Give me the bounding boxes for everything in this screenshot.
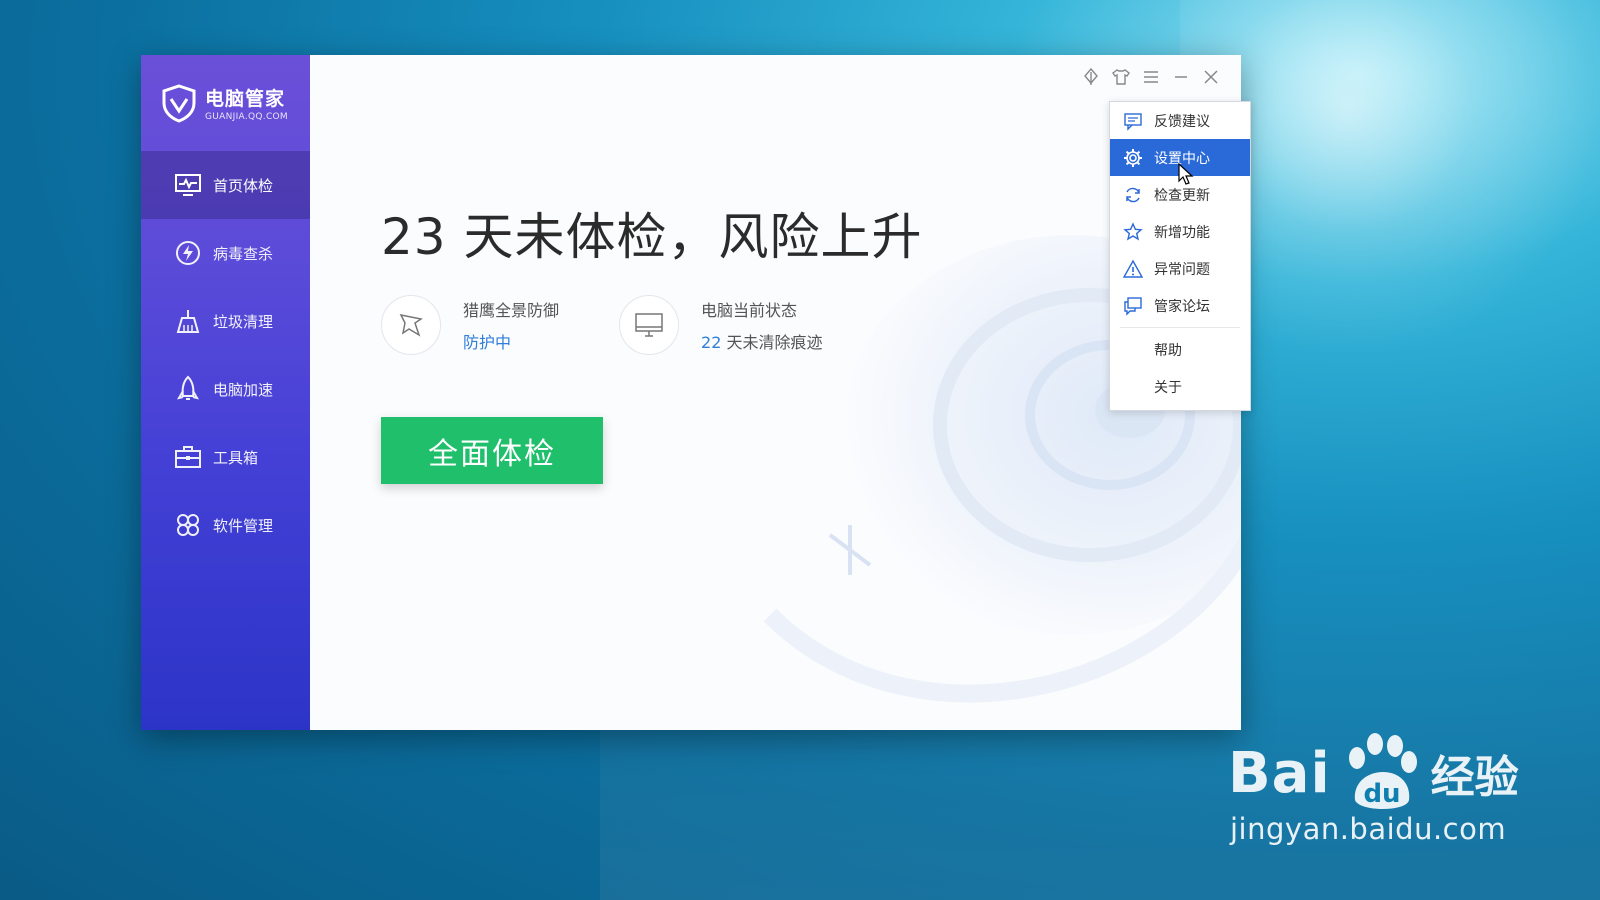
sidebar-item-label: 病毒查杀	[213, 244, 274, 263]
mouse-cursor-icon	[1178, 163, 1194, 185]
eagle-icon	[399, 313, 423, 337]
app-logo: 电脑管家 GUANJIA.QQ.COM	[141, 55, 310, 151]
star-icon	[1122, 221, 1144, 243]
menu-item-label: 帮助	[1154, 342, 1182, 359]
refresh-icon	[1122, 184, 1144, 206]
checkup-headline: 23 天未体检，风险上升	[381, 208, 923, 266]
paw-logo-icon: du	[1348, 733, 1417, 809]
main-dropdown-menu: 反馈建议 设置中心 检查更新 新增功能 异常问题 管家论坛 帮助 关于	[1109, 101, 1251, 411]
menu-item-label: 反馈建议	[1154, 113, 1210, 130]
menu-item-help[interactable]: 帮助	[1110, 331, 1250, 368]
menu-item-label: 新增功能	[1154, 224, 1210, 241]
close-button[interactable]	[1199, 65, 1223, 89]
days-text: 天未清除痕迹	[721, 333, 823, 352]
warning-icon	[1122, 258, 1144, 280]
menu-item-new-features[interactable]: 新增功能	[1110, 213, 1250, 250]
menu-item-about[interactable]: 关于	[1110, 368, 1250, 405]
menu-item-label: 检查更新	[1154, 187, 1210, 204]
watermark-url: jingyan.baidu.com	[1230, 812, 1507, 846]
status-defense: 猎鹰全景防御 防护中	[381, 295, 559, 355]
logo-title: 电脑管家	[205, 88, 286, 110]
broom-icon	[173, 306, 203, 336]
skin-button[interactable]	[1079, 65, 1103, 89]
sidebar-item-label: 软件管理	[213, 516, 274, 535]
close-icon	[1204, 70, 1218, 84]
pc-state-value[interactable]: 22 天未清除痕迹	[701, 329, 822, 353]
menu-item-label: 异常问题	[1154, 261, 1210, 278]
apps-icon	[173, 510, 203, 540]
pc-state-label: 电脑当前状态	[701, 301, 798, 320]
gear-icon	[1122, 147, 1144, 169]
watermark-bai: Bai	[1228, 740, 1331, 806]
menu-item-label: 关于	[1154, 379, 1182, 396]
baidu-watermark: Bai du 经验 jingyan.baidu.com	[1228, 728, 1519, 846]
rocket-icon	[173, 374, 203, 404]
sidebar-item-virus-scan[interactable]: 病毒查杀	[141, 219, 310, 287]
watermark-du: du	[1363, 779, 1400, 809]
days-count: 22	[701, 333, 722, 352]
sidebar-item-speedup[interactable]: 电脑加速	[141, 355, 310, 423]
chat-icon	[1122, 110, 1144, 132]
minimize-button[interactable]	[1169, 65, 1193, 89]
sidebar-item-label: 工具箱	[213, 448, 259, 467]
sidebar-item-home-checkup[interactable]: 首页体检	[141, 151, 310, 219]
shirt-icon	[1112, 69, 1130, 85]
full-checkup-button[interactable]: 全面体检	[381, 417, 603, 484]
pc-status-icon-wrap	[619, 295, 680, 355]
defense-label: 猎鹰全景防御	[463, 301, 560, 320]
main-panel: 23 天未体检，风险上升 猎鹰全景防御 防护中 电脑当前状态 22 天未清除痕迹	[310, 55, 1241, 730]
window-controls	[1079, 65, 1223, 89]
defense-value[interactable]: 防护中	[463, 329, 559, 353]
defense-status-icon-wrap	[381, 295, 441, 355]
menu-item-label: 管家论坛	[1154, 298, 1210, 315]
desktop-icon	[635, 313, 663, 337]
sidebar-item-toolbox[interactable]: 工具箱	[141, 423, 310, 491]
sidebar-item-label: 垃圾清理	[213, 312, 274, 331]
sidebar-item-label: 首页体检	[213, 176, 274, 195]
theme-button[interactable]	[1109, 65, 1133, 89]
status-pc: 电脑当前状态 22 天未清除痕迹	[619, 295, 822, 355]
menu-item-issues[interactable]: 异常问题	[1110, 250, 1250, 287]
hamburger-icon	[1144, 71, 1158, 83]
shield-logo-icon	[162, 84, 196, 123]
app-window: 电脑管家 GUANJIA.QQ.COM 首页体检 病毒查杀 垃圾清理 电脑加速 …	[141, 55, 1241, 730]
sidebar-item-junk-clean[interactable]: 垃圾清理	[141, 287, 310, 355]
forum-icon	[1122, 295, 1144, 317]
sidebar-item-software[interactable]: 软件管理	[141, 491, 310, 559]
watermark-jingyan: 经验	[1430, 752, 1519, 803]
sidebar-item-label: 电脑加速	[213, 380, 274, 399]
menu-item-feedback[interactable]: 反馈建议	[1110, 102, 1250, 139]
logo-domain: GUANJIA.QQ.COM	[205, 112, 288, 122]
monitor-pulse-icon	[173, 170, 203, 200]
minimize-icon	[1175, 76, 1187, 78]
main-menu-button[interactable]	[1139, 65, 1163, 89]
menu-separator	[1120, 327, 1240, 328]
menu-item-forum[interactable]: 管家论坛	[1110, 287, 1250, 324]
sidebar: 电脑管家 GUANJIA.QQ.COM 首页体检 病毒查杀 垃圾清理 电脑加速 …	[141, 55, 310, 730]
leaf-icon	[1084, 68, 1098, 85]
status-row: 猎鹰全景防御 防护中 电脑当前状态 22 天未清除痕迹	[381, 295, 882, 355]
toolbox-icon	[173, 442, 203, 472]
lightning-shield-icon	[173, 238, 203, 268]
